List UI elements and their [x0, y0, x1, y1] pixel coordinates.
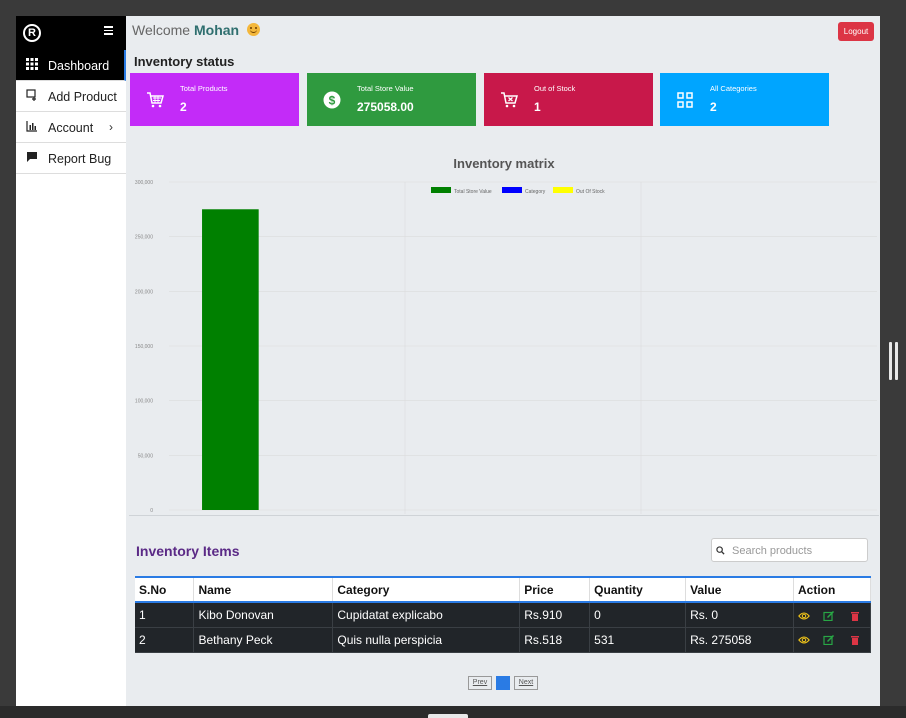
y-tick-label: 200,000 [135, 289, 153, 295]
legend-label: Total Store Value [454, 189, 492, 195]
card-value: 2 [180, 100, 187, 114]
card-value: 2 [710, 100, 717, 114]
column-header[interactable]: Category [332, 576, 521, 603]
cart-icon [147, 92, 164, 108]
app-window: R Dashboard Add Product Account › Report… [16, 16, 880, 706]
table-header-row: S.No Name Category Price Quantity Value … [135, 576, 871, 603]
resize-handle[interactable] [889, 342, 899, 380]
column-header[interactable]: Value [685, 576, 795, 603]
search-input[interactable] [732, 542, 862, 560]
total-store-value-card: $ Total Store Value 275058.00 [307, 73, 476, 126]
sidebar: R Dashboard Add Product Account › Report… [16, 16, 126, 706]
card-label: All Categories [710, 84, 757, 93]
sidebar-item-label: Report Bug [48, 152, 112, 166]
column-header[interactable]: Name [193, 576, 334, 603]
legend-swatch [502, 187, 522, 193]
y-tick-label: 0 [150, 508, 153, 514]
chart-title: Inventory matrix [453, 156, 555, 171]
sidebar-header: R [16, 16, 126, 50]
card-label: Total Products [180, 84, 228, 93]
sidebar-item-label: Account [48, 121, 94, 135]
chat-icon [27, 152, 37, 162]
y-tick-label: 100,000 [135, 399, 153, 405]
sidebar-item-report-bug[interactable]: Report Bug [16, 143, 126, 174]
column-header: Action [793, 576, 871, 603]
cell-sno: 2 [135, 627, 195, 653]
cell-value: Rs. 0 [685, 602, 795, 628]
table-row: 2 Bethany Peck Quis nulla perspicia Rs.5… [135, 627, 871, 653]
inventory-status-title: Inventory status [134, 54, 235, 69]
bar-chart-icon [26, 121, 37, 132]
out-of-stock-card: Out of Stock 1 [484, 73, 653, 126]
edit-icon[interactable] [823, 610, 835, 621]
cell-actions [793, 627, 871, 653]
legend-swatch [553, 187, 573, 193]
next-page-button[interactable]: Next [514, 676, 538, 690]
column-header[interactable]: Quantity [589, 576, 687, 603]
cell-name: Bethany Peck [193, 627, 334, 653]
eye-icon[interactable] [798, 635, 810, 645]
prev-page-button[interactable]: Prev [468, 676, 492, 690]
logout-button[interactable]: Logout [838, 22, 874, 41]
dollar-icon: $ [323, 91, 341, 109]
all-categories-card: All Categories 2 [660, 73, 829, 126]
chart-canvas: Inventory matrix Total Store Value Categor… [135, 156, 877, 516]
categories-icon [677, 92, 693, 108]
registered-logo-icon: R [23, 24, 41, 42]
cell-category: Quis nulla perspicia [332, 627, 521, 653]
inventory-matrix-chart: Inventory matrix Total Store Value Categor… [129, 134, 879, 516]
bottom-handle[interactable] [428, 714, 468, 718]
inventory-table: S.No Name Category Price Quantity Value … [135, 576, 871, 653]
legend-label: Category [525, 189, 546, 195]
edit-icon[interactable] [823, 635, 835, 646]
cell-price: Rs.518 [519, 627, 591, 653]
sidebar-item-add-product[interactable]: Add Product [16, 81, 126, 112]
cell-quantity: 0 [589, 602, 687, 628]
card-label: Out of Stock [534, 84, 576, 93]
y-tick-label: 150,000 [135, 344, 153, 350]
cell-price: Rs.910 [519, 602, 591, 628]
welcome-message: Welcome Mohan [132, 22, 260, 38]
y-tick-label: 300,000 [135, 180, 153, 186]
cell-value: Rs. 275058 [685, 627, 795, 653]
sidebar-item-label: Add Product [48, 90, 117, 104]
cart-x-icon [501, 92, 518, 108]
table-row: 1 Kibo Donovan Cupidatat explicabo Rs.91… [135, 602, 871, 628]
sidebar-item-account[interactable]: Account › [16, 112, 126, 143]
eye-icon[interactable] [798, 611, 810, 621]
sidebar-item-dashboard[interactable]: Dashboard [16, 50, 126, 81]
page-button-current[interactable]: 1 [496, 676, 510, 690]
cell-actions [793, 602, 871, 628]
search-icon [716, 546, 725, 555]
column-header[interactable]: S.No [135, 576, 195, 603]
total-products-card: Total Products 2 [130, 73, 299, 126]
column-header[interactable]: Price [519, 576, 591, 603]
card-value: 275058.00 [357, 100, 414, 114]
section-divider [129, 515, 879, 516]
cell-sno: 1 [135, 602, 195, 628]
smile-emoji-icon [246, 23, 260, 36]
y-tick-label: 50,000 [138, 453, 154, 459]
legend-label: Out Of Stock [576, 189, 605, 195]
card-label: Total Store Value [357, 84, 414, 93]
cell-quantity: 531 [589, 627, 687, 653]
user-name: Mohan [193, 22, 240, 38]
legend-swatch [431, 187, 451, 193]
chevron-right-icon[interactable]: › [109, 120, 113, 134]
sidebar-item-label: Dashboard [48, 59, 110, 73]
hamburger-menu-icon[interactable] [104, 26, 113, 37]
bar-total-store-value [202, 209, 259, 510]
add-product-icon [26, 89, 36, 101]
cell-name: Kibo Donovan [193, 602, 334, 628]
cell-category: Cupidatat explicabo [332, 602, 521, 628]
y-tick-label: 250,000 [135, 235, 153, 241]
search-box[interactable] [711, 538, 868, 562]
grid-icon [26, 58, 38, 70]
svg-text:$: $ [329, 94, 336, 108]
welcome-text: Welcome [132, 22, 191, 38]
card-value: 1 [534, 100, 541, 114]
trash-icon[interactable] [849, 635, 861, 646]
inventory-items-title: Inventory Items [136, 543, 240, 559]
trash-icon[interactable] [849, 611, 861, 621]
